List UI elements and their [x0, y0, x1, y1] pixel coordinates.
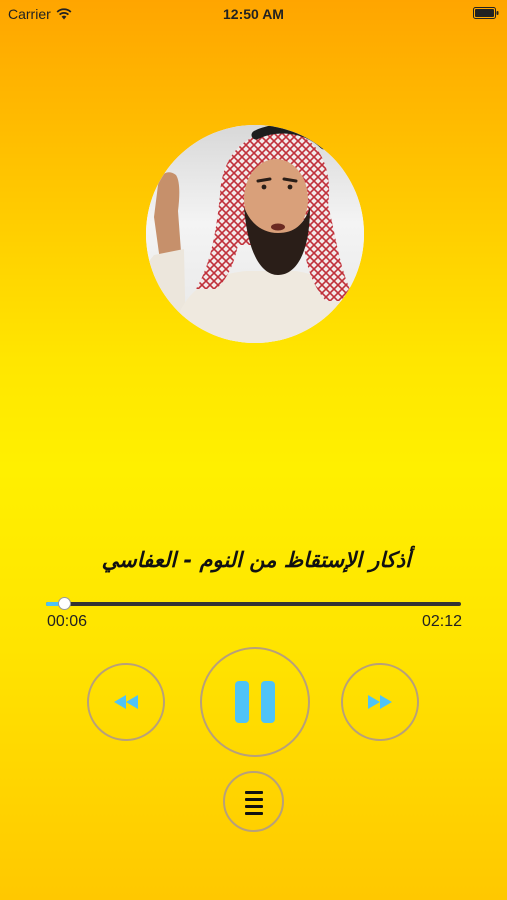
fast-forward-button[interactable]	[341, 663, 419, 741]
pause-icon	[235, 681, 275, 723]
pause-button[interactable]	[200, 647, 310, 757]
playlist-button[interactable]	[223, 771, 284, 832]
fast-forward-icon	[368, 695, 392, 709]
reciter-portrait	[146, 125, 364, 343]
rewind-icon	[114, 695, 138, 709]
elapsed-time: 00:06	[47, 613, 88, 630]
progress-slider[interactable]	[46, 597, 461, 610]
progress-thumb[interactable]	[57, 597, 71, 610]
battery-icon	[473, 7, 499, 19]
list-icon	[244, 790, 263, 815]
total-time: 02:12	[421, 613, 462, 630]
rewind-button[interactable]	[87, 663, 165, 741]
track-title: أذكار الإستقاظ من النوم - العفاسي	[101, 548, 411, 572]
status-bar: Carrier 12:50 AM	[0, 0, 507, 28]
clock: 12:50 AM	[223, 6, 284, 22]
